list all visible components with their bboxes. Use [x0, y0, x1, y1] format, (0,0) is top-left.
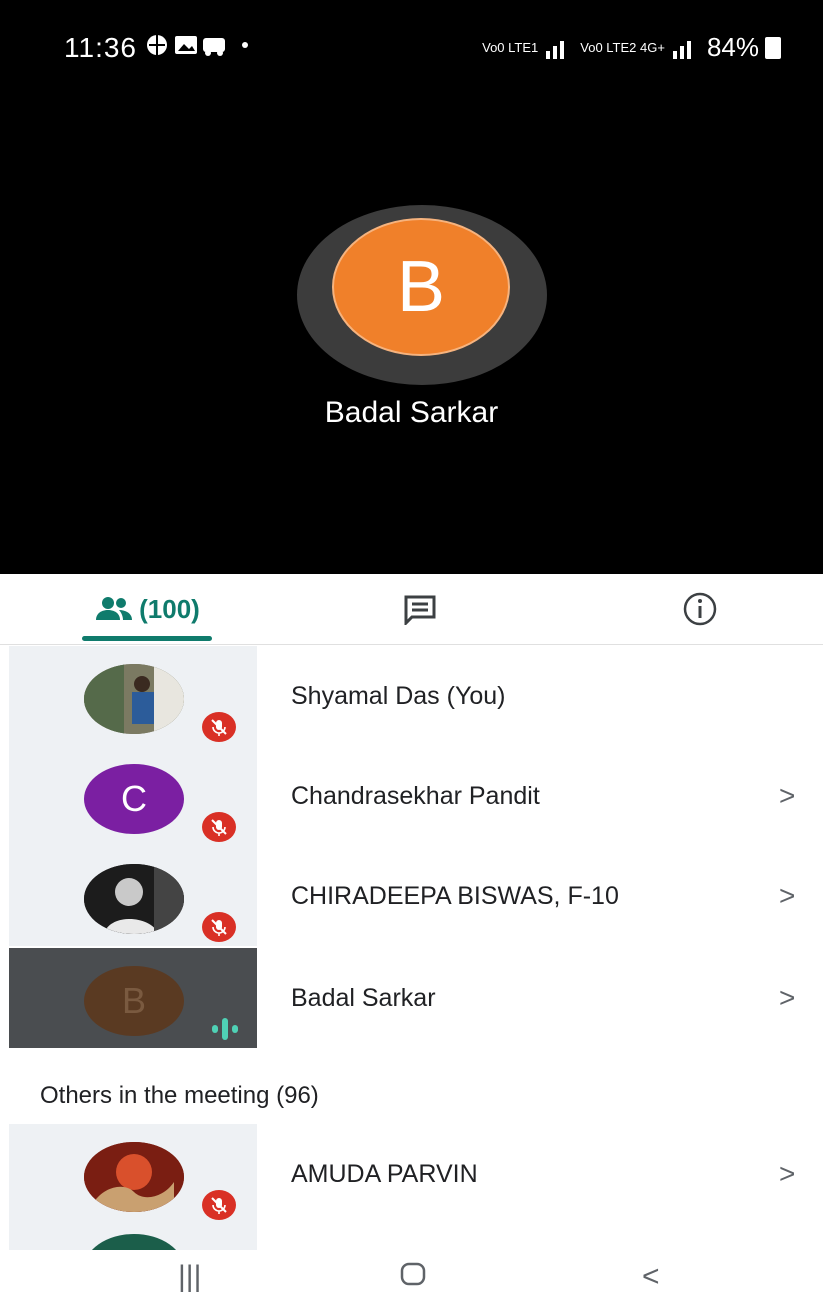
participant-row[interactable]: AMUDA PARVIN > — [9, 1124, 823, 1224]
status-right: Vo0 LTE1 Vo0 LTE2 4G+ 84% — [482, 32, 781, 63]
recents-button[interactable]: ||| — [178, 1260, 201, 1294]
participant-avatar-panel: C — [9, 746, 257, 846]
signal-icon-2 — [672, 40, 691, 59]
back-button[interactable]: < — [642, 1260, 660, 1294]
participant-avatar-panel — [9, 646, 257, 746]
people-count: (100) — [139, 593, 200, 624]
speaker-avatar: B — [332, 218, 510, 356]
signal-icon — [546, 40, 565, 59]
chevron-right-icon[interactable]: > — [779, 846, 795, 946]
participant-avatar-panel: B — [9, 948, 257, 1048]
tab-active-indicator — [82, 636, 212, 641]
avatar — [84, 1142, 184, 1212]
avatar: B — [84, 966, 184, 1036]
tab-chat[interactable] — [390, 574, 450, 644]
mic-off-icon — [202, 912, 236, 942]
mic-off-icon — [202, 1190, 236, 1220]
avatar — [84, 664, 184, 734]
chat-icon — [404, 595, 436, 625]
notification-icons — [147, 35, 248, 56]
battery-icon — [765, 36, 781, 59]
chevron-right-icon[interactable]: > — [779, 746, 795, 846]
avatar: C — [84, 764, 184, 834]
mic-off-icon — [202, 712, 236, 742]
participant-avatar-panel — [9, 1224, 257, 1250]
participant-name: AMUDA PARVIN — [291, 1159, 478, 1188]
home-icon — [400, 1262, 426, 1286]
chevron-right-icon[interactable]: > — [779, 948, 795, 1048]
tab-people[interactable]: (100) — [80, 574, 215, 644]
avatar — [84, 864, 184, 934]
tab-bar: (100) — [0, 574, 823, 645]
network-sim1: Vo0 LTE1 — [482, 39, 539, 55]
participant-avatar-panel — [9, 846, 257, 946]
participant-row[interactable]: CHIRADEEPA BISWAS, F-10 > — [9, 846, 823, 946]
participant-name: Shyamal Das (You) — [291, 681, 506, 710]
video-stage: 11:36 Vo0 LTE1 Vo0 LTE2 4G+ 84% B Badal … — [0, 0, 823, 574]
system-nav-bar: ||| < — [0, 1250, 823, 1306]
others-section-label: Others in the meeting (96) — [40, 1082, 319, 1109]
avatar-photo — [84, 864, 184, 934]
participant-row[interactable]: C Chandrasekhar Pandit > — [9, 746, 823, 846]
chevron-right-icon[interactable]: > — [779, 1124, 795, 1224]
speaking-indicator-icon — [207, 1016, 243, 1042]
tab-info[interactable] — [670, 574, 730, 644]
status-time: 11:36 — [64, 32, 137, 63]
participant-name: Chandrasekhar Pandit — [291, 781, 540, 810]
people-icon — [96, 597, 133, 620]
participant-row[interactable]: B Badal Sarkar > — [9, 948, 823, 1048]
participant-avatar-panel — [9, 1124, 257, 1224]
avatar — [84, 1234, 184, 1250]
info-icon — [683, 592, 717, 626]
avatar-photo — [84, 664, 184, 734]
home-button[interactable] — [400, 1260, 426, 1294]
participant-name: CHIRADEEPA BISWAS, F-10 — [291, 881, 619, 910]
network-sim2: Vo0 LTE2 4G+ — [580, 39, 665, 55]
battery-percent: 84% — [706, 32, 759, 62]
participant-name: Badal Sarkar — [291, 983, 436, 1012]
avatar-photo — [84, 1142, 184, 1212]
mic-off-icon — [202, 812, 236, 842]
status-icons — [145, 30, 265, 67]
speaker-name: Badal Sarkar — [324, 396, 499, 429]
participant-row-partial[interactable] — [9, 1224, 823, 1250]
participant-row[interactable]: Shyamal Das (You) — [9, 646, 823, 746]
status-bar: 11:36 Vo0 LTE1 Vo0 LTE2 4G+ 84% — [0, 0, 823, 90]
